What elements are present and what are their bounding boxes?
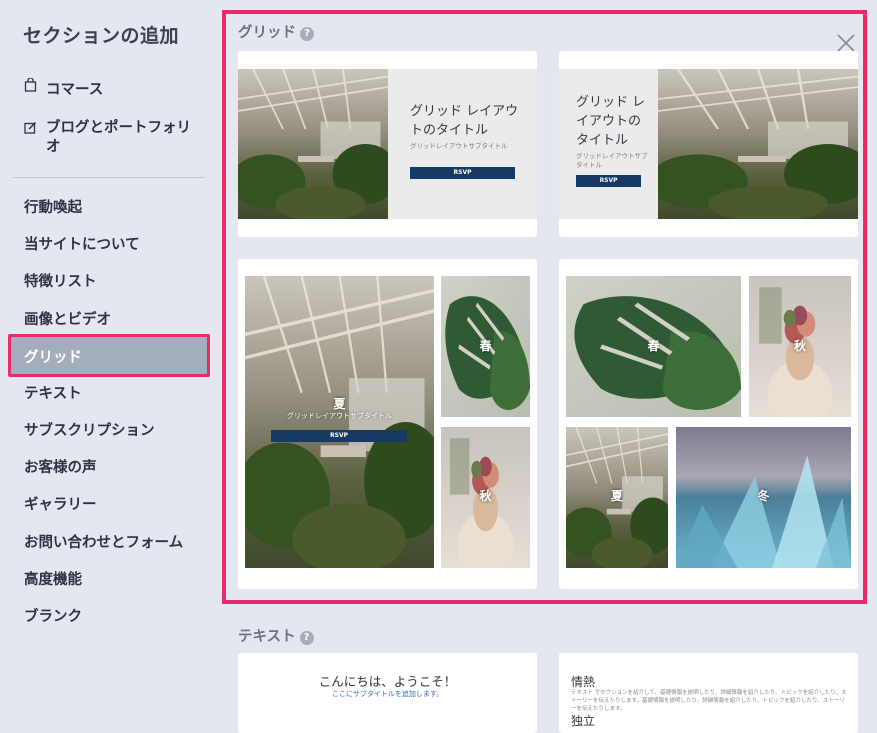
grid-section-title: グリッド?: [238, 21, 314, 42]
patio-image: [245, 276, 434, 568]
grid-card-text: グリッド レイアウトのタイトル グリッドレイアウトサブタイトル: [576, 93, 651, 170]
patio-image: [658, 69, 858, 219]
sidebar-item-blog-portfolio[interactable]: ブログとポートフォリオ: [24, 119, 199, 157]
help-icon[interactable]: ?: [299, 631, 314, 645]
grid-layout-card-4[interactable]: 春 秋 夏 冬: [559, 259, 858, 589]
sidebar-item-gallery[interactable]: ギャラリー: [24, 493, 97, 514]
rsvp-button[interactable]: RSVP: [576, 175, 641, 187]
text-card-heading: 情熱: [571, 675, 596, 689]
sidebar-item-images-video[interactable]: 画像とビデオ: [24, 308, 111, 329]
sidebar-item-testimonials[interactable]: お客様の声: [24, 456, 97, 477]
tile-subtitle: グリッドレイアウトサブタイトル: [287, 412, 392, 420]
text-card-paragraph: テキスト でセクションを紹介して、基礎情報を説明したり、詳細情報を紹介したり、ト…: [571, 690, 847, 712]
help-icon[interactable]: ?: [300, 27, 314, 41]
text-card-heading: 独立: [571, 714, 596, 728]
text-layout-card-2[interactable]: 情熱 テキスト でセクションを紹介して、基礎情報を説明したり、詳細情報を紹介した…: [559, 653, 858, 733]
sidebar-divider: [13, 177, 205, 178]
tile-label-spring: 春: [647, 339, 660, 353]
tile-label-autumn: 秋: [793, 339, 806, 353]
main-panel: グリッド? グリッド レイアウトのタイトル グリッドレイアウトサブタイトル RS…: [218, 0, 877, 733]
sidebar-title: セクションの追加: [23, 25, 180, 47]
sidebar-item-label: グリッド: [24, 350, 82, 366]
sidebar: セクションの追加 コマース ブログとポートフォリオ 行動喚起 当サイトについて …: [0, 0, 218, 724]
sidebar-item-text[interactable]: テキスト: [24, 382, 82, 403]
sidebar-item-advanced[interactable]: 高度機能: [24, 568, 82, 589]
tile-label-summer: 夏: [610, 489, 623, 503]
tile-label-summer: 夏: [333, 397, 346, 411]
grid-layout-card-3[interactable]: 夏 グリッドレイアウトサブタイトル RSVP 春 秋: [238, 259, 537, 589]
grid-layout-card-1[interactable]: グリッド レイアウトのタイトル グリッドレイアウトサブタイトル RSVP: [238, 51, 537, 237]
sidebar-item-label: ブログとポートフォリオ: [46, 120, 191, 155]
patio-image: [238, 69, 388, 219]
text-section-title: テキスト?: [238, 625, 314, 646]
shopping-bag-icon: [24, 77, 40, 96]
sidebar-item-subscription[interactable]: サブスクリプション: [24, 419, 155, 440]
grid-card-subtitle: グリッドレイアウトサブタイトル: [576, 152, 648, 169]
sidebar-item-about[interactable]: 当サイトについて: [24, 233, 140, 254]
text-layout-card-1[interactable]: こんにちは、ようこそ！ ここにサブタイトルを追加します。: [238, 653, 537, 733]
sidebar-item-call-to-action[interactable]: 行動喚起: [24, 196, 82, 217]
rsvp-button[interactable]: RSVP: [271, 430, 407, 442]
tile-label-spring: 春: [479, 339, 492, 353]
grid-card-title: グリッド レイアウトのタイトル: [410, 104, 519, 138]
sidebar-item-grid[interactable]: グリッド: [8, 334, 210, 377]
sidebar-item-contact-forms[interactable]: お問い合わせとフォーム: [24, 531, 183, 552]
grid-card-title: グリッド レイアウトのタイトル: [576, 95, 646, 148]
text-section-title-text: テキスト: [238, 629, 296, 645]
sidebar-item-commerce[interactable]: コマース: [24, 77, 104, 99]
grid-section-title-text: グリッド: [238, 25, 296, 41]
edit-icon: [24, 121, 40, 140]
text-card-subtitle: ここにサブタイトルを追加します。: [331, 690, 444, 698]
rsvp-button[interactable]: RSVP: [410, 167, 515, 179]
grid-layout-card-2[interactable]: グリッド レイアウトのタイトル グリッドレイアウトサブタイトル RSVP: [559, 51, 858, 237]
sidebar-item-feature-list[interactable]: 特徴リスト: [24, 270, 97, 291]
grid-card-subtitle: グリッドレイアウトサブタイトル: [410, 142, 508, 150]
tile-label-autumn: 秋: [479, 489, 492, 503]
grid-section: グリッド? グリッド レイアウトのタイトル グリッドレイアウトサブタイトル RS…: [222, 10, 867, 604]
sidebar-item-blank[interactable]: ブランク: [24, 605, 82, 626]
text-card-heading: こんにちは、ようこそ！: [318, 674, 457, 689]
sidebar-item-label: コマース: [46, 82, 104, 98]
tile-label-winter: 冬: [757, 489, 770, 503]
grid-card-text: グリッド レイアウトのタイトル グリッドレイアウトサブタイトル: [410, 102, 520, 151]
